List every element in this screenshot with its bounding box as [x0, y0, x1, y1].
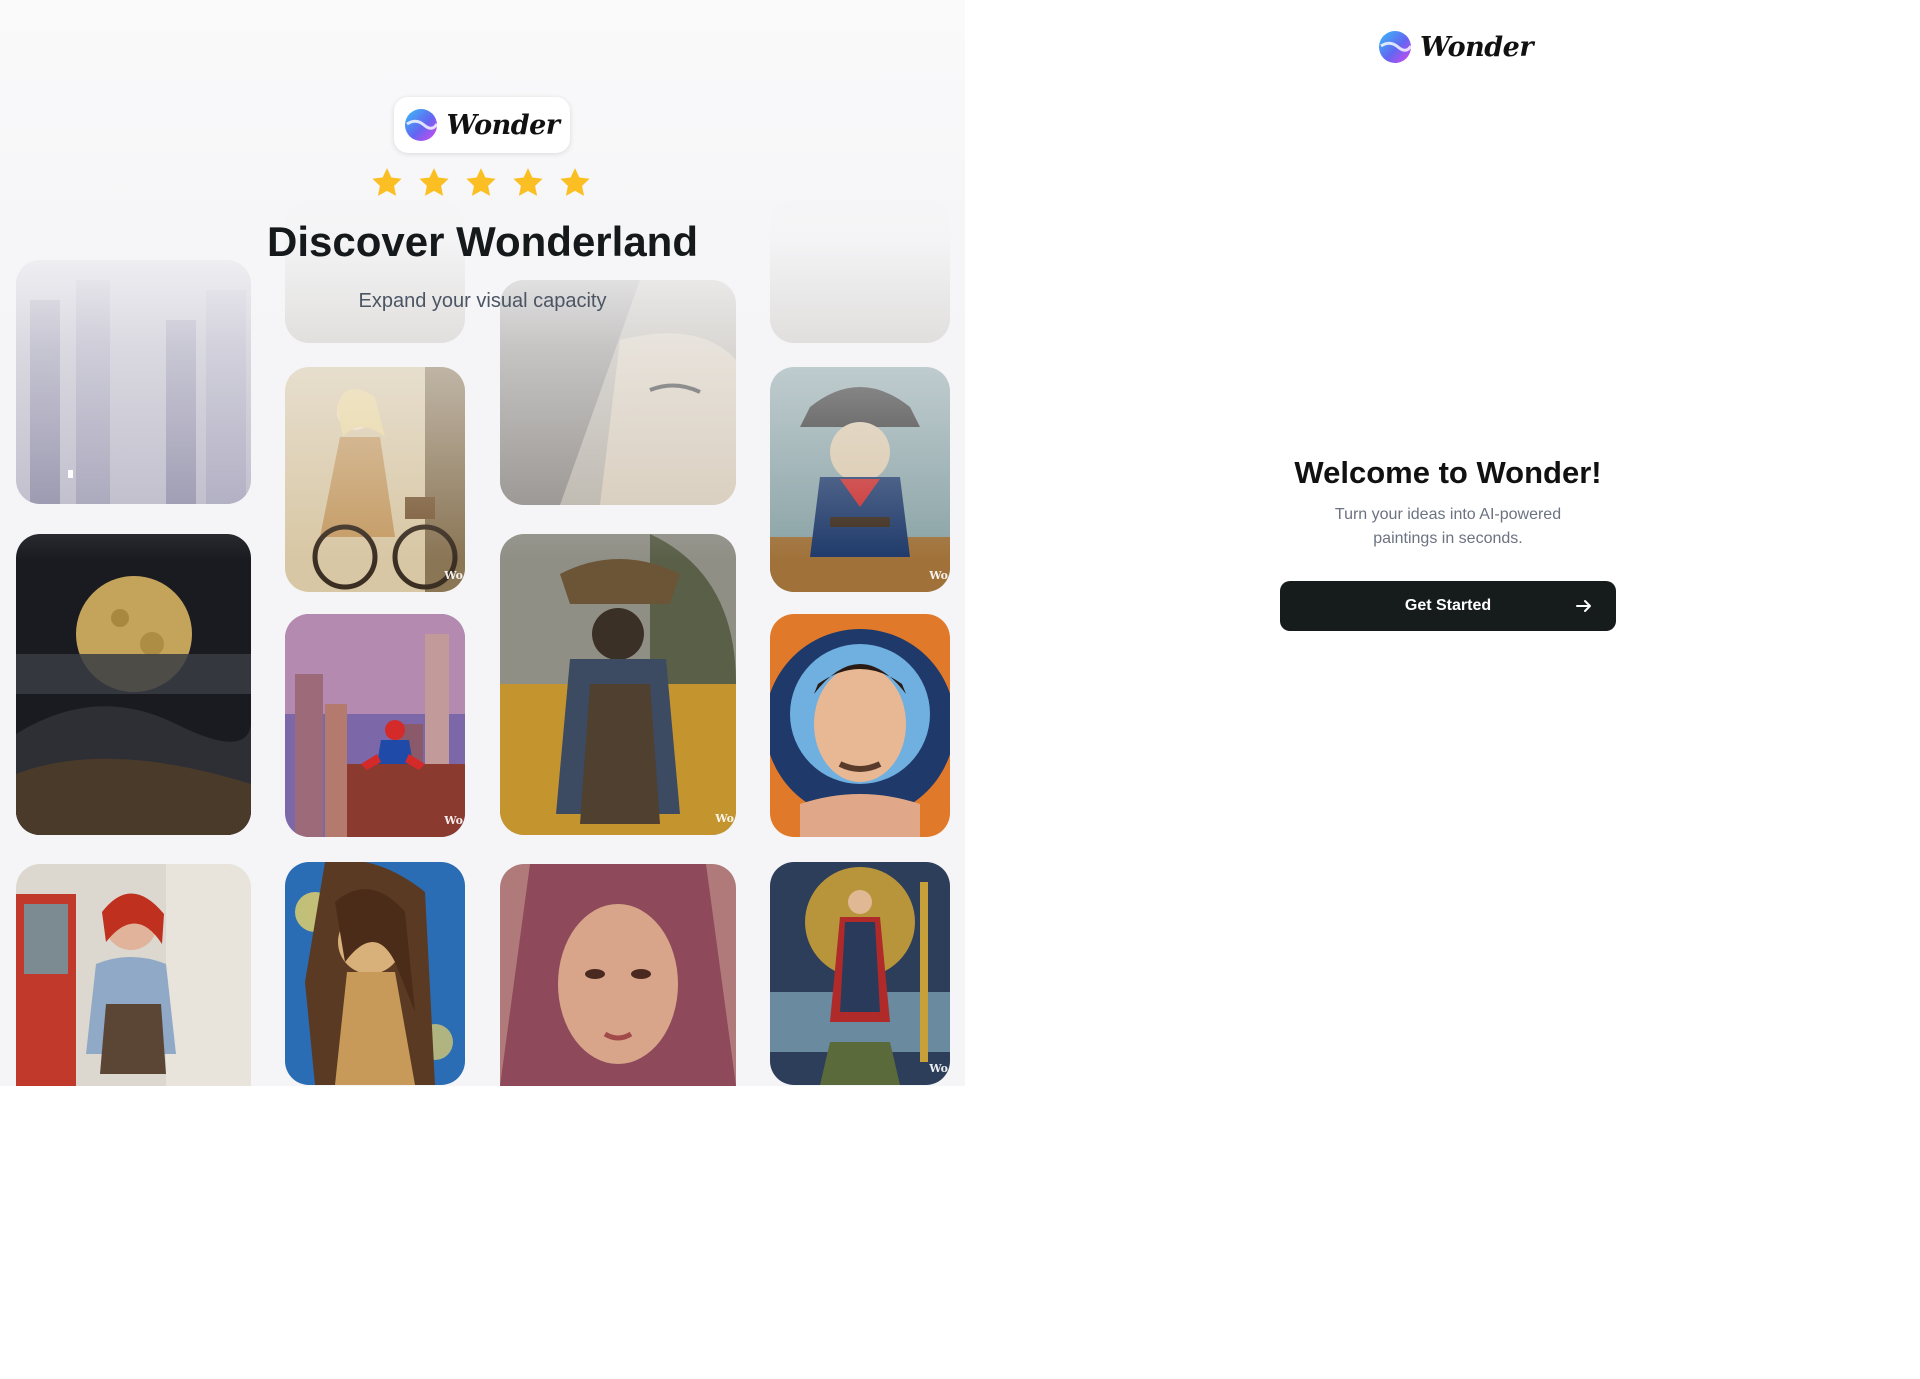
brand-logo-badge: Wonder [394, 97, 570, 153]
gallery-image-tarot-card-figure: Wo [770, 862, 950, 1085]
star-icon [560, 168, 590, 196]
welcome-panel: Welcome to Wonder! Turn your ideas into … [1280, 455, 1616, 551]
rating-stars [370, 166, 592, 200]
gallery-image-scarecrow-field: Wo [500, 534, 736, 835]
watermark-text: Wo [444, 569, 463, 582]
welcome-title: Welcome to Wonder! [1294, 455, 1602, 490]
brand-name: Wonder [446, 109, 560, 141]
hero-title: Discover Wonderland [267, 218, 698, 265]
gallery-image-pirate-otter: Wo [770, 367, 950, 592]
get-started-button[interactable]: Get Started [1280, 581, 1616, 631]
hero-subtitle: Expand your visual capacity [358, 290, 607, 312]
get-started-label: Get Started [1404, 597, 1492, 614]
watermark-text: Wo [929, 569, 948, 582]
gallery-image-woman-portrait [500, 864, 736, 1086]
watermark-text: Wo [715, 812, 734, 825]
arrow-right-icon [1576, 600, 1591, 612]
star-icon [419, 168, 449, 196]
welcome-description: Turn your ideas into AI-powered painting… [1334, 506, 1562, 547]
watermark-text: Wo [444, 814, 463, 827]
wonder-logo-icon [405, 109, 439, 141]
showcase-panel: Wo Wo Wo Wo Wo Wonder Discover Wonderlan… [0, 0, 965, 1086]
star-icon [513, 168, 543, 196]
gallery-image-spiderman-city: Wo [285, 614, 465, 837]
gallery-image-woman-on-bicycle: Wo [285, 367, 465, 592]
watermark-text: Wo [929, 1062, 948, 1075]
wonder-logo-icon [1379, 31, 1412, 63]
gallery-image-redhead-woman-van [16, 864, 251, 1086]
brand-name: Wonder [1420, 31, 1534, 63]
gallery-image-woman-starry-night [285, 862, 465, 1085]
gallery-image-man-portrait-glow [770, 614, 950, 837]
star-icon [372, 168, 402, 196]
gallery-image-mosaic-face [500, 280, 736, 505]
gallery-image-moon-landscape [16, 534, 251, 835]
star-icon [466, 168, 496, 196]
header-brand-logo[interactable]: Wonder [1378, 30, 1534, 64]
image-gallery: Wo Wo Wo Wo Wo [0, 0, 965, 1086]
